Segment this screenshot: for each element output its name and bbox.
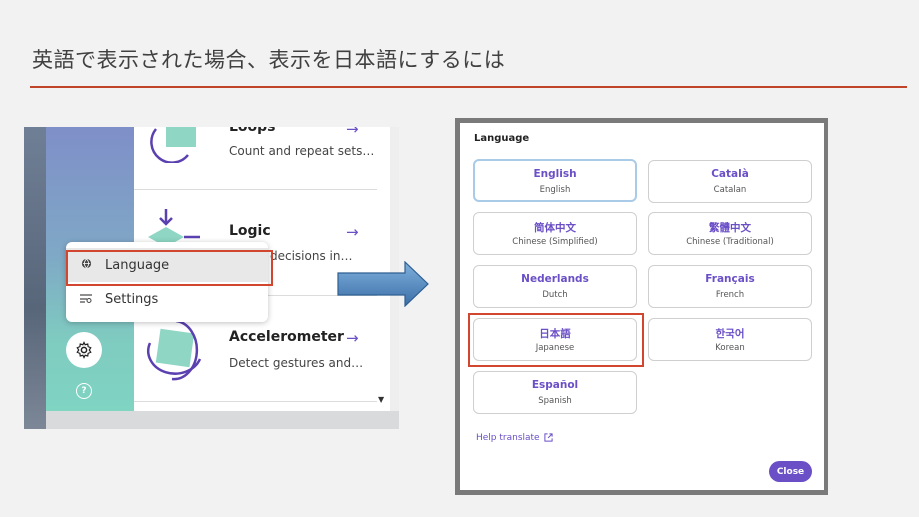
card-divider [134, 401, 377, 402]
lang-native-label: Français [705, 273, 755, 285]
external-link-icon [544, 433, 554, 442]
settings-sliders-icon [79, 293, 93, 306]
lang-english-label: Korean [715, 343, 745, 353]
card-title-accelerometer: Accelerometer [229, 329, 344, 345]
lang-option-french[interactable]: Français French [648, 265, 812, 308]
title-underline [30, 86, 907, 88]
card-desc-loops: Count and repeat sets… [229, 144, 375, 158]
close-button[interactable]: Close [769, 461, 812, 482]
card-desc-accelerometer: Detect gestures and… [229, 356, 364, 370]
card-divider [134, 189, 377, 190]
lang-native-label: Català [711, 168, 749, 180]
lang-native-label: Español [531, 379, 579, 391]
lang-option-spanish[interactable]: Español Spanish [473, 371, 637, 414]
menu-item-label: Settings [105, 291, 159, 307]
lang-option-catalan[interactable]: Català Catalan [648, 160, 812, 203]
lang-english-label: Chinese (Traditional) [686, 237, 774, 247]
lang-english-label: Chinese (Simplified) [512, 237, 598, 247]
arrow-right-icon[interactable]: → [346, 223, 359, 241]
arrow-right-icon[interactable]: → [346, 329, 359, 347]
background-photo [24, 127, 46, 429]
bottom-strip [46, 411, 399, 429]
lang-option-korean[interactable]: 한국어 Korean [648, 318, 812, 361]
slide-title: 英語で表示された場合、表示を日本語にするには [32, 48, 506, 72]
lang-native-label: 한국어 [715, 328, 745, 340]
gear-icon [76, 341, 92, 359]
highlight-box-language [66, 250, 273, 286]
lang-option-english[interactable]: English English [473, 159, 637, 202]
help-translate-label: Help translate [476, 433, 540, 443]
logic-icon [148, 209, 200, 247]
help-icon[interactable]: ? [76, 383, 92, 399]
lang-option-chinese-traditional[interactable]: 繁體中文 Chinese (Traditional) [648, 212, 812, 255]
lang-native-label: English [533, 168, 577, 180]
lang-english-label: Spanish [538, 396, 572, 406]
lang-english-label: English [539, 185, 571, 195]
card-title-logic: Logic [229, 223, 271, 239]
dialog-title: Language [474, 133, 530, 144]
menu-item-settings[interactable]: Settings [66, 282, 268, 316]
card-title-loops: Loops [229, 127, 276, 135]
lang-english-label: Dutch [542, 290, 568, 300]
help-translate-link[interactable]: Help translate [476, 433, 554, 443]
loops-icon [150, 127, 196, 163]
lang-native-label: 繁體中文 [709, 222, 751, 234]
lang-option-dutch[interactable]: Nederlands Dutch [473, 265, 637, 308]
accelerometer-icon [147, 319, 202, 381]
arrow-right-icon[interactable]: → [346, 127, 359, 138]
settings-button[interactable] [66, 332, 102, 368]
lang-option-chinese-simplified[interactable]: 简体中文 Chinese (Simplified) [473, 212, 637, 255]
lang-native-label: 简体中文 [534, 222, 576, 234]
lang-native-label: Nederlands [521, 273, 589, 285]
flow-arrow-icon [337, 261, 429, 307]
highlight-box-japanese [468, 313, 644, 367]
lang-english-label: French [715, 290, 745, 300]
lang-english-label: Catalan [713, 185, 747, 195]
scroll-down-icon[interactable]: ▼ [378, 395, 384, 404]
